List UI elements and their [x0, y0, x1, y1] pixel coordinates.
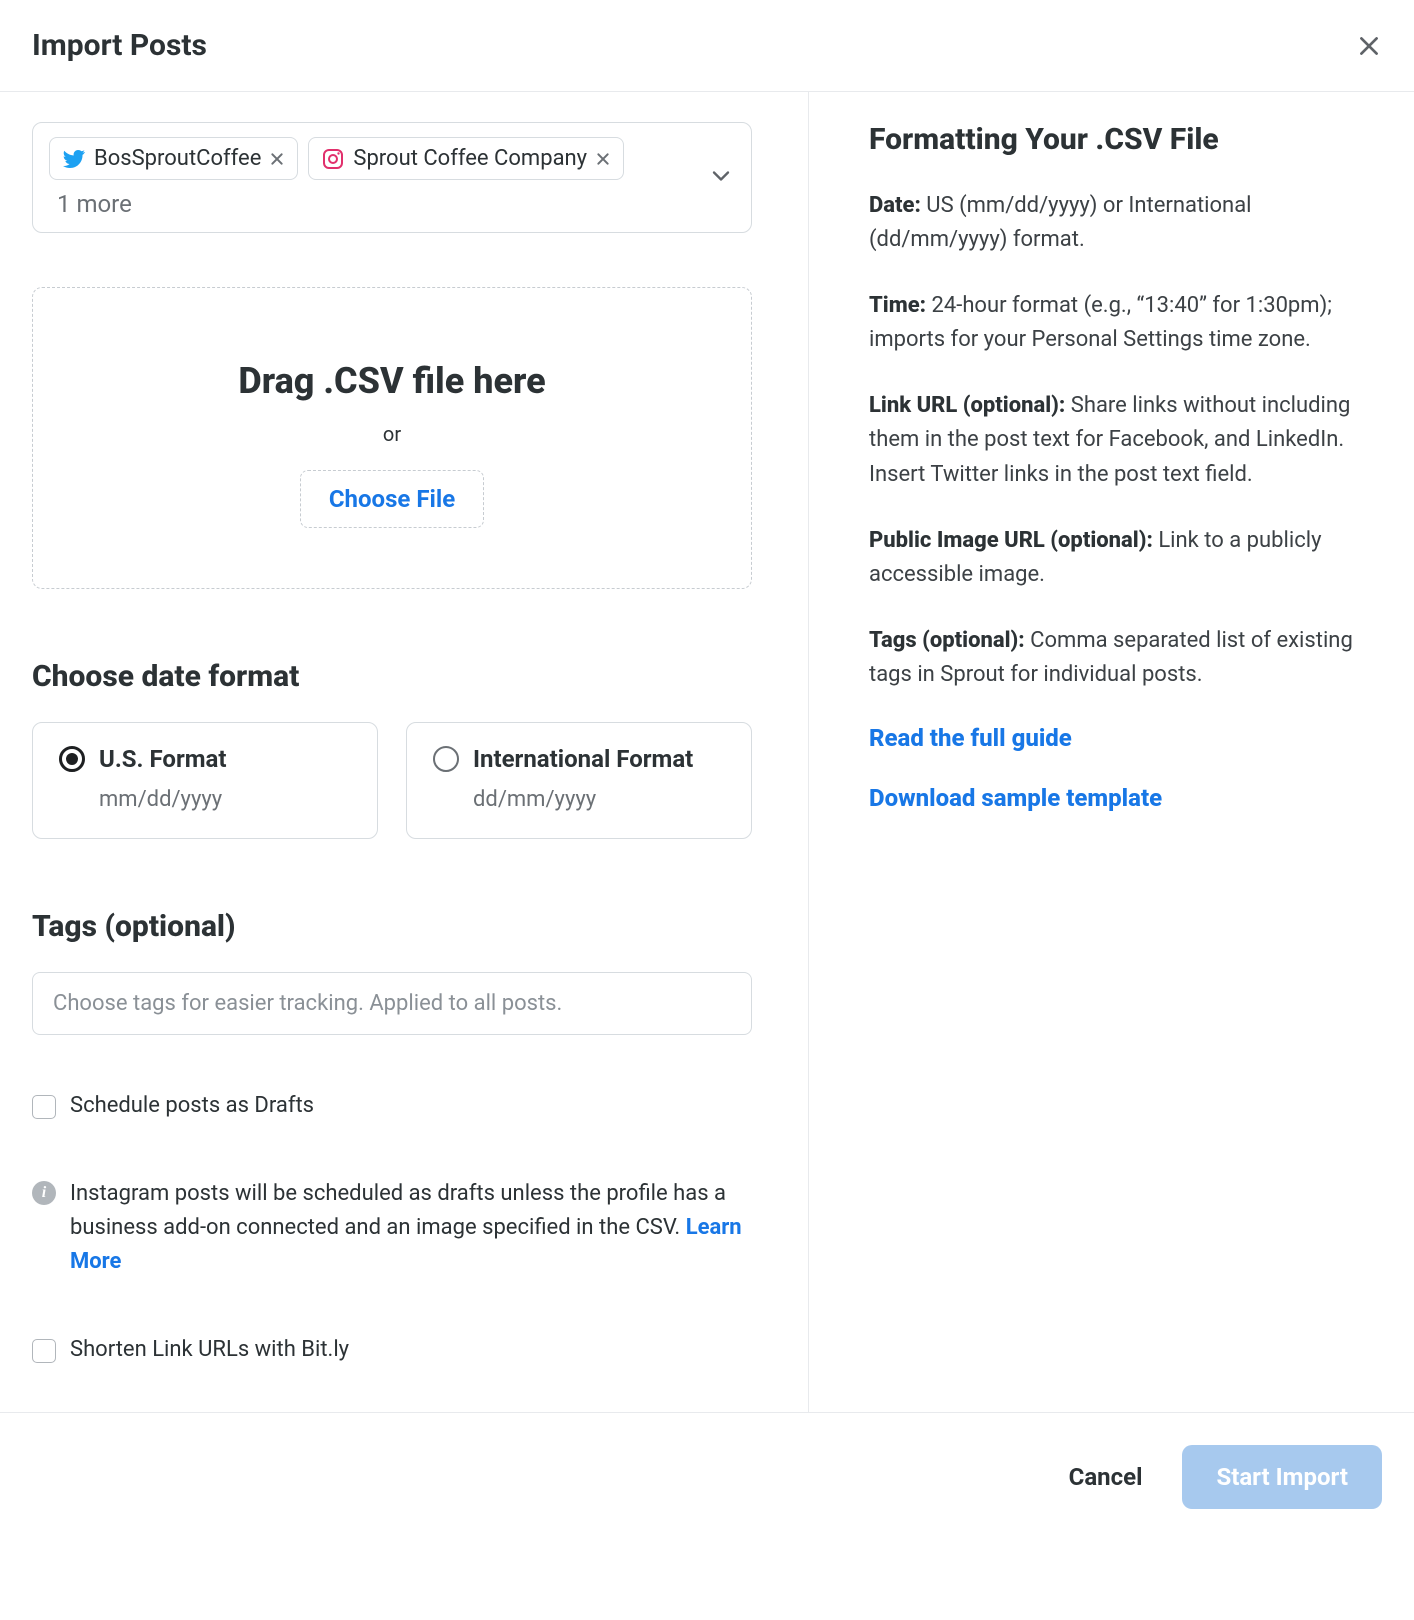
- instagram-notice: Instagram posts will be scheduled as dra…: [70, 1177, 752, 1279]
- profile-chip-label: BosSproutCoffee: [94, 146, 261, 171]
- guide-item: Link URL (optional): Share links without…: [869, 389, 1372, 491]
- tags-input[interactable]: Choose tags for easier tracking. Applied…: [32, 972, 752, 1035]
- modal-header: Import Posts: [0, 0, 1414, 92]
- info-icon: i: [32, 1181, 56, 1205]
- close-icon: [595, 151, 611, 167]
- remove-chip-button[interactable]: [595, 151, 611, 167]
- guide-item-label: Public Image URL (optional):: [869, 528, 1153, 553]
- left-column: BosSproutCoffee Sprout Coffee Company 1 …: [32, 92, 808, 1412]
- cancel-button[interactable]: Cancel: [1069, 1463, 1143, 1491]
- csv-dropzone[interactable]: Drag .CSV file here or Choose File: [32, 287, 752, 589]
- modal-title: Import Posts: [32, 28, 207, 63]
- schedule-drafts-checkbox[interactable]: [32, 1095, 56, 1119]
- guide-item-label: Date:: [869, 193, 921, 218]
- schedule-drafts-label: Schedule posts as Drafts: [70, 1093, 314, 1118]
- date-format-label: U.S. Format: [99, 745, 227, 773]
- date-format-international[interactable]: International Format dd/mm/yyyy: [406, 722, 752, 839]
- guide-item-label: Tags (optional):: [869, 628, 1025, 653]
- tags-title: Tags (optional): [32, 909, 752, 944]
- choose-file-button[interactable]: Choose File: [300, 470, 484, 528]
- close-icon: [269, 151, 285, 167]
- modal-footer: Cancel Start Import: [0, 1412, 1414, 1541]
- profile-picker-toggle[interactable]: [707, 162, 735, 194]
- guide-item-text: 24-hour format (e.g., “13:40” for 1:30pm…: [869, 293, 1332, 352]
- profile-chip-twitter: BosSproutCoffee: [49, 137, 298, 180]
- guide-item-label: Time:: [869, 293, 926, 318]
- profile-picker[interactable]: BosSproutCoffee Sprout Coffee Company 1 …: [32, 122, 752, 233]
- start-import-button[interactable]: Start Import: [1182, 1445, 1382, 1509]
- shorten-links-checkbox[interactable]: [32, 1339, 56, 1363]
- guide-title: Formatting Your .CSV File: [869, 122, 1372, 157]
- guide-item-text: US (mm/dd/yyyy) or International (dd/mm/…: [869, 193, 1252, 252]
- radio-unselected[interactable]: [433, 746, 459, 772]
- guide-item: Date: US (mm/dd/yyyy) or International (…: [869, 189, 1372, 257]
- twitter-icon: [62, 147, 86, 171]
- close-button[interactable]: [1356, 33, 1382, 59]
- instagram-notice-text: Instagram posts will be scheduled as dra…: [70, 1181, 726, 1240]
- date-format-sub: mm/dd/yyyy: [99, 787, 351, 812]
- guide-item-label: Link URL (optional):: [869, 393, 1065, 418]
- guide-item: Public Image URL (optional): Link to a p…: [869, 524, 1372, 592]
- date-format-label: International Format: [473, 745, 693, 773]
- chevron-down-icon: [707, 162, 735, 190]
- dropzone-title: Drag .CSV file here: [53, 360, 731, 402]
- close-icon: [1356, 33, 1382, 59]
- radio-selected[interactable]: [59, 746, 85, 772]
- date-format-sub: dd/mm/yyyy: [473, 787, 725, 812]
- read-guide-link[interactable]: Read the full guide: [869, 724, 1372, 752]
- profile-chip-label: Sprout Coffee Company: [353, 146, 587, 171]
- date-format-title: Choose date format: [32, 659, 752, 694]
- download-template-link[interactable]: Download sample template: [869, 784, 1372, 812]
- profile-more-count: 1 more: [57, 190, 132, 218]
- dropzone-or: or: [53, 422, 731, 446]
- instagram-icon: [321, 147, 345, 171]
- remove-chip-button[interactable]: [269, 151, 285, 167]
- guide-item: Tags (optional): Comma separated list of…: [869, 624, 1372, 692]
- shorten-links-label: Shorten Link URLs with Bit.ly: [70, 1337, 349, 1362]
- right-column: Formatting Your .CSV File Date: US (mm/d…: [808, 92, 1382, 1412]
- guide-item: Time: 24-hour format (e.g., “13:40” for …: [869, 289, 1372, 357]
- date-format-us[interactable]: U.S. Format mm/dd/yyyy: [32, 722, 378, 839]
- profile-chip-instagram: Sprout Coffee Company: [308, 137, 624, 180]
